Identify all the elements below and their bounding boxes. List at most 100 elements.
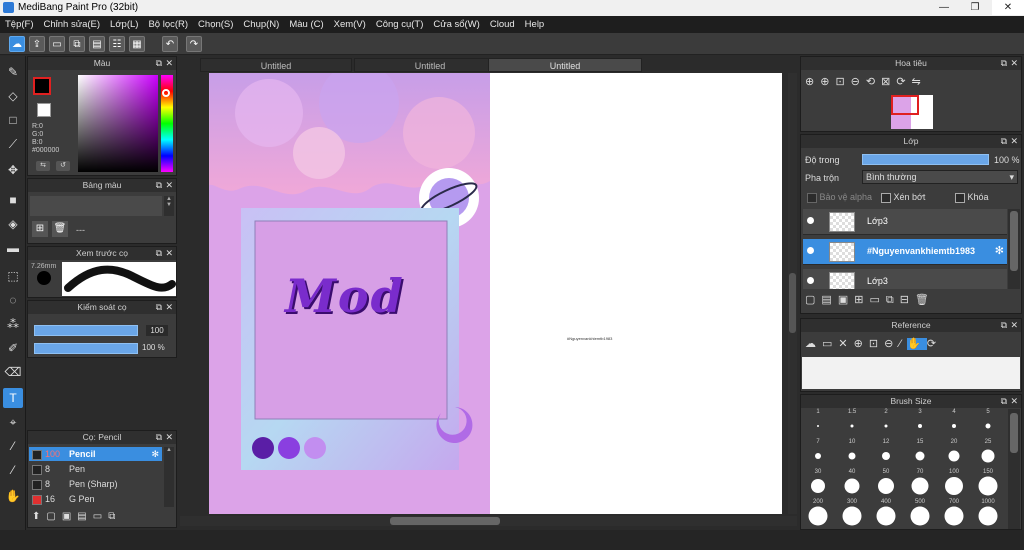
delete-layer-icon[interactable]: 🗑	[915, 294, 935, 306]
gear-icon[interactable]: ✻	[995, 244, 1004, 257]
cloud-open-icon[interactable]: ☁	[805, 338, 822, 350]
folder-icon[interactable]: ▭	[869, 294, 885, 306]
zoom-out-icon[interactable]: ⊖	[884, 338, 899, 350]
zoom-in-icon[interactable]: ⊕	[820, 76, 835, 88]
reset-colors-icon[interactable]: ↺	[56, 161, 70, 171]
close-icon[interactable]: ✕	[1010, 135, 1018, 148]
brush-size-cell[interactable]: 4	[939, 409, 969, 435]
layer-row[interactable]: #Nguyenvankhiemtb1983 ✻	[803, 239, 1007, 265]
menu-window[interactable]: Cửa sổ(W)	[428, 19, 484, 30]
close-icon[interactable]: ✕	[165, 431, 173, 444]
popout-icon[interactable]: ⧉	[156, 57, 162, 70]
clipping-checkbox[interactable]	[881, 192, 891, 203]
vertical-scrollbar[interactable]	[788, 73, 797, 514]
close-icon[interactable]: ✕	[1010, 57, 1018, 70]
eye-icon[interactable]	[807, 217, 814, 224]
close-icon[interactable]: ✕	[165, 179, 173, 192]
close-icon[interactable]: ✕	[1010, 319, 1018, 332]
horizontal-scroll-thumb[interactable]	[390, 517, 500, 525]
saturation-value-picker[interactable]	[78, 75, 158, 172]
fit-icon[interactable]: ⊡	[869, 338, 884, 350]
lasso-icon[interactable]: ◌	[3, 290, 23, 310]
brush-settings-icon[interactable]: ▣	[62, 511, 77, 522]
brush-size-cell[interactable]: 20	[939, 439, 969, 465]
brush-size-cell[interactable]: 70	[905, 469, 935, 495]
zoom-fit-icon[interactable]: ⊕	[805, 76, 820, 88]
menu-edit[interactable]: Chỉnh sửa(E)	[39, 19, 106, 30]
popout-icon[interactable]: ⧉	[1001, 395, 1007, 408]
brush-size-cell[interactable]: 700	[939, 499, 969, 526]
close-reference-icon[interactable]: ✕	[838, 338, 853, 350]
folder-icon[interactable]: ▭	[93, 511, 108, 522]
zoom-actual-icon[interactable]: ⊡	[835, 76, 850, 88]
close-icon[interactable]: ✕	[165, 247, 173, 260]
canvas-page[interactable]: Mod #Nguyenvankhiemtb1983	[209, 73, 782, 514]
brush-size-cell[interactable]: 400	[871, 499, 901, 526]
eye-icon[interactable]	[807, 277, 814, 284]
new-layer-icon[interactable]: ▢	[805, 294, 821, 306]
tab-untitled-2[interactable]: Untitled	[354, 58, 506, 72]
eyedropper-icon[interactable]: ⁄	[899, 338, 907, 350]
menu-color[interactable]: Màu (C)	[284, 19, 328, 30]
rotate-right-icon[interactable]: ⟳	[896, 76, 911, 88]
lock-checkbox[interactable]	[955, 192, 965, 203]
vertical-scroll-thumb[interactable]	[789, 273, 796, 333]
popout-icon[interactable]: ⧉	[156, 431, 162, 444]
menu-layer[interactable]: Lớp(L)	[105, 19, 143, 30]
close-button[interactable]: ✕	[992, 0, 1024, 15]
eye-icon[interactable]	[807, 247, 814, 254]
duplicate-icon[interactable]: ⧉	[108, 511, 121, 522]
brush-size-slider[interactable]	[34, 325, 138, 336]
brush-size-cell[interactable]: 3	[905, 409, 935, 435]
gear-icon[interactable]: ✻	[151, 447, 159, 461]
reference-canvas[interactable]	[802, 357, 1020, 389]
text-tool-icon[interactable]: T	[3, 388, 23, 408]
menu-file[interactable]: Tệp(F)	[0, 19, 39, 30]
brush-size-cell[interactable]: 30	[803, 469, 833, 495]
flip-icon[interactable]: ⇋	[912, 76, 927, 88]
brush-list-item[interactable]: 8 Pen (Sharp)	[29, 477, 162, 491]
comment-icon[interactable]: ▭	[49, 36, 65, 52]
gradient-tool-icon[interactable]: ▬	[3, 238, 23, 258]
brush-opacity-slider[interactable]	[34, 343, 138, 354]
menu-filter[interactable]: Bộ lọc(R)	[143, 19, 193, 30]
open-folder-icon[interactable]: ▭	[822, 338, 838, 350]
close-icon[interactable]: ✕	[1010, 395, 1018, 408]
brush-size-cell[interactable]: 15	[905, 439, 935, 465]
menu-help[interactable]: Help	[520, 19, 550, 30]
brush-size-cell[interactable]: 7	[803, 439, 833, 465]
navigator-thumbnail[interactable]	[891, 95, 933, 129]
brush-size-cell[interactable]: 500	[905, 499, 935, 526]
popout-icon[interactable]: ⧉	[1001, 57, 1007, 70]
add-palette-icon[interactable]: ⊞	[32, 221, 48, 237]
redo-icon[interactable]: ↷	[186, 36, 202, 52]
clipping-option[interactable]: Xén bớt	[881, 192, 925, 203]
close-icon[interactable]: ✕	[165, 57, 173, 70]
brush-size-cell[interactable]: 40	[837, 469, 867, 495]
navigator-viewport-box[interactable]	[891, 95, 919, 115]
tab-untitled-3[interactable]: Untitled	[488, 58, 642, 72]
share-icon[interactable]: ⧉	[69, 36, 85, 52]
brush-size-scroll-thumb[interactable]	[1010, 413, 1018, 453]
merge-layer-icon[interactable]: ⊟	[900, 294, 915, 306]
brush-size-scrollbar[interactable]	[1008, 409, 1020, 529]
foreground-color-swatch[interactable]	[33, 77, 51, 95]
brush-list-item[interactable]: 100 Pencil ✻	[29, 447, 162, 461]
brush-size-cell[interactable]: 300	[837, 499, 867, 526]
new-brush-icon[interactable]: ▢	[46, 511, 61, 522]
upload-icon[interactable]: ⇪	[29, 36, 45, 52]
undo-icon[interactable]: ↶	[162, 36, 178, 52]
new-raster-layer-icon[interactable]: ▣	[838, 294, 854, 306]
document-icon[interactable]: ▤	[89, 36, 105, 52]
brush-list-item[interactable]: 8 Pen	[29, 462, 162, 476]
brush-size-cell[interactable]: 50	[871, 469, 901, 495]
protect-alpha-option[interactable]: Bảo vệ alpha	[807, 192, 872, 203]
select-eraser-icon[interactable]: ⌫	[3, 362, 23, 382]
brush-tool-icon[interactable]: ✎	[3, 62, 23, 82]
menu-view[interactable]: Xem(V)	[329, 19, 371, 30]
protect-alpha-checkbox[interactable]	[807, 192, 817, 203]
brush-size-cell[interactable]: 100	[939, 469, 969, 495]
minimize-button[interactable]: —	[930, 0, 958, 15]
zoom-in-icon[interactable]: ⊕	[854, 338, 869, 350]
hand-icon[interactable]: ✋	[907, 338, 927, 350]
